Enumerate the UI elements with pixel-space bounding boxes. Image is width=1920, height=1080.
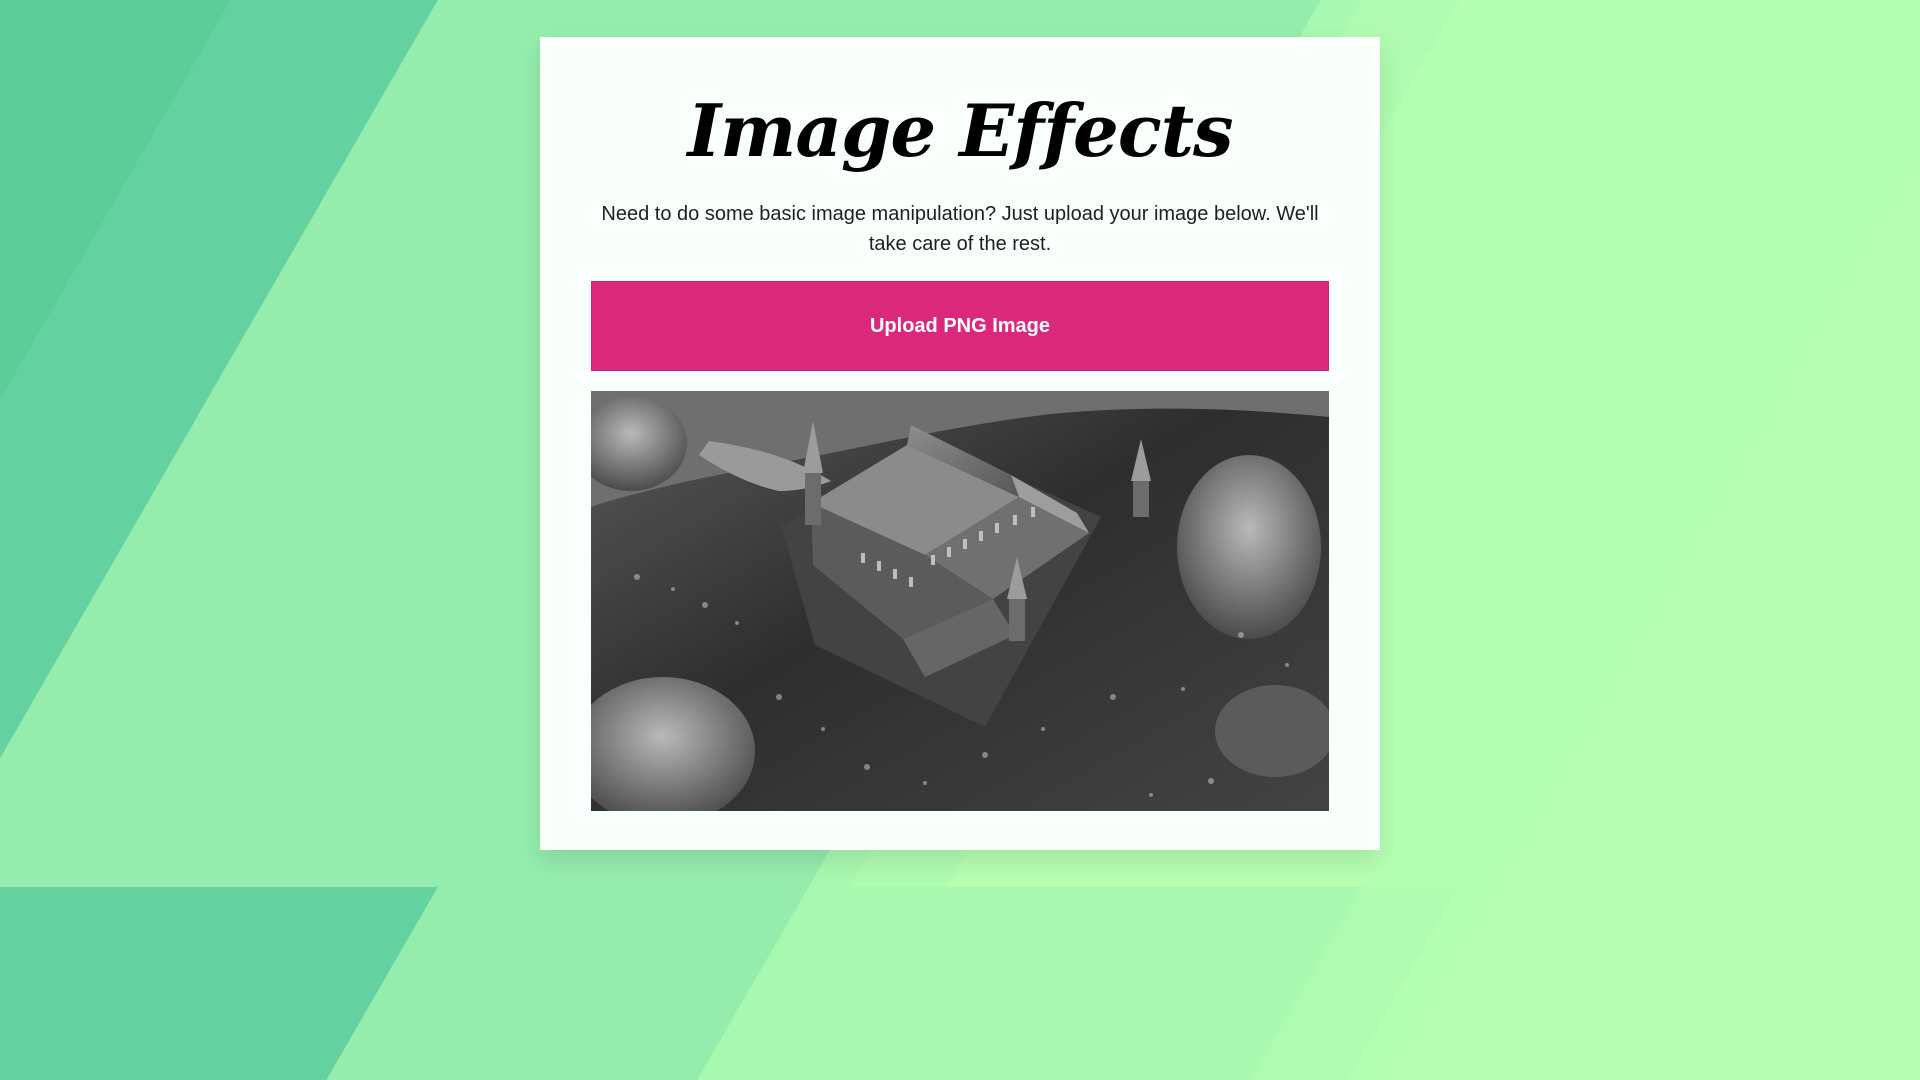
background-shape-left: [0, 0, 300, 1080]
main-card: Image Effects Need to do some basic imag…: [540, 37, 1380, 850]
page-title: Image Effects: [687, 87, 1234, 173]
page-description: Need to do some basic image manipulation…: [601, 203, 1319, 255]
image-preview: [591, 391, 1329, 811]
castle-preview-image: [591, 391, 1329, 811]
upload-png-button[interactable]: Upload PNG Image: [591, 281, 1329, 371]
